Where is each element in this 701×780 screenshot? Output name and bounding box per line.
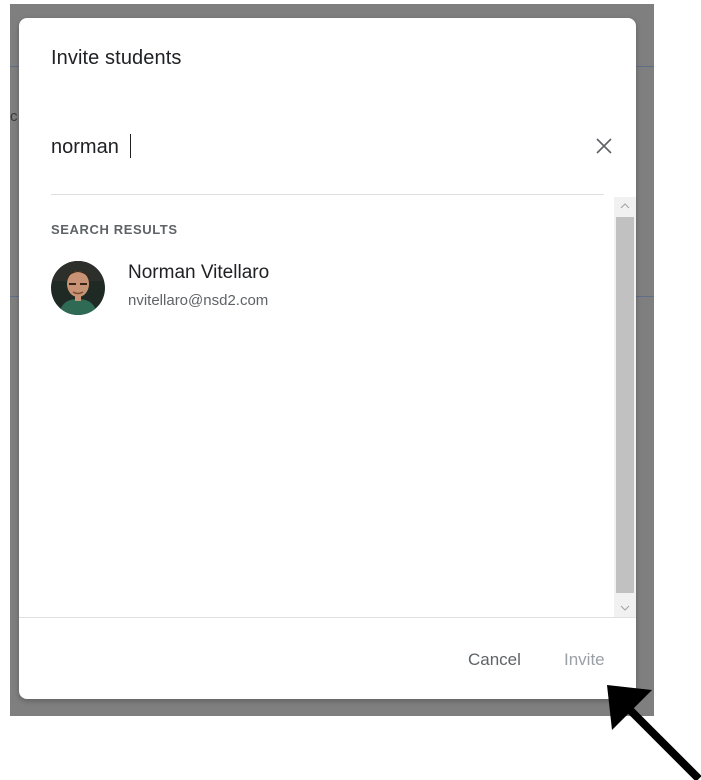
- student-search-input[interactable]: [51, 130, 541, 164]
- avatar: [51, 261, 105, 315]
- invite-button[interactable]: Invite: [564, 650, 605, 670]
- result-name: Norman Vitellaro: [128, 262, 270, 283]
- chevron-up-icon: [620, 203, 630, 209]
- search-results-panel: SEARCH RESULTS Norman Vitellaro nvitella…: [19, 195, 636, 617]
- invite-students-dialog: Invite students SEARCH RESULTS: [19, 18, 636, 699]
- result-email: nvitellaro@nsd2.com: [128, 292, 269, 309]
- scroll-up-button[interactable]: [614, 197, 636, 215]
- scrollbar-thumb[interactable]: [616, 217, 634, 593]
- search-row: [51, 130, 612, 170]
- cancel-button[interactable]: Cancel: [468, 650, 521, 670]
- result-item[interactable]: Norman Vitellaro nvitellaro@nsd2.com: [51, 257, 591, 321]
- clear-search-button[interactable]: [588, 130, 620, 162]
- scroll-down-button[interactable]: [614, 599, 636, 617]
- results-scrollbar[interactable]: [614, 197, 636, 617]
- arrow-icon: [607, 685, 701, 780]
- chevron-down-icon: [620, 605, 630, 611]
- search-results-heading: SEARCH RESULTS: [51, 222, 178, 237]
- backdrop-text-fragment: c: [10, 108, 18, 125]
- footer-divider: [19, 617, 636, 618]
- close-icon: [596, 138, 612, 154]
- dialog-title: Invite students: [51, 47, 182, 69]
- text-caret: [130, 134, 131, 158]
